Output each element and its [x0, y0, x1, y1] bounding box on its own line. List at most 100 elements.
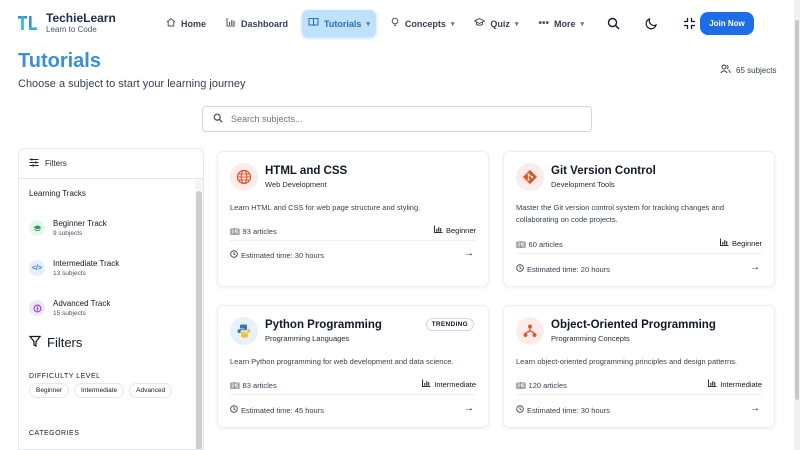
bar-chart-icon	[720, 238, 729, 248]
subject-card-html-css[interactable]: HTML and CSS Web Development Learn HTML …	[217, 151, 489, 287]
book-icon: 📖︎	[230, 381, 240, 390]
arrow-right-icon[interactable]: →	[464, 403, 474, 414]
card-category: Web Development	[265, 180, 327, 189]
card-description: Learn Python programming for web develop…	[230, 357, 454, 366]
card-category: Development Tools	[551, 180, 615, 189]
join-now-button[interactable]: Join Now	[700, 12, 754, 35]
sidebar-scrollbar[interactable]	[195, 179, 203, 449]
arrow-right-icon[interactable]: →	[464, 248, 474, 259]
clock-icon	[516, 264, 524, 274]
card-level-label: Beginner	[731, 238, 762, 248]
track-intermediate[interactable]: </> Intermediate Track 13 subjects	[29, 248, 193, 288]
page-title: Tutorials	[18, 50, 101, 72]
card-level-label: Intermediate	[720, 379, 762, 389]
card-articles: 📖︎ 83 articles	[230, 381, 277, 390]
nav-dashboard[interactable]: Dashboard	[220, 10, 294, 37]
subject-card-python[interactable]: Python Programming Programming Languages…	[217, 305, 489, 428]
chip-intermediate[interactable]: Intermediate	[74, 383, 125, 398]
learning-tracks-label: Learning Tracks	[29, 189, 86, 198]
search-input[interactable]	[231, 114, 571, 124]
track-name: Beginner Track	[53, 219, 107, 228]
card-level: Intermediate	[708, 379, 762, 389]
funnel-icon	[28, 335, 42, 350]
logo-icon	[18, 13, 38, 33]
chart-icon	[226, 17, 236, 30]
nav-home[interactable]: Home	[160, 10, 212, 37]
python-icon	[230, 317, 258, 345]
search-icon	[213, 110, 223, 128]
card-divider	[230, 394, 476, 395]
logo[interactable]: TechieLearn Learn to Code	[18, 10, 116, 35]
nav-tutorials[interactable]: Tutorials ▾	[302, 10, 376, 37]
nav-concepts[interactable]: Concepts ▾	[384, 10, 461, 37]
filters-heading-label: Filters	[47, 335, 83, 350]
clock-icon	[516, 405, 524, 415]
trending-badge: TRENDING	[425, 318, 474, 331]
users-icon	[720, 64, 731, 76]
track-count: 13 subjects	[53, 270, 86, 277]
card-articles: 📖︎ 120 articles	[516, 381, 567, 390]
book-icon: 📖︎	[516, 240, 526, 249]
card-category: Programming Languages	[265, 334, 350, 343]
book-icon	[308, 17, 319, 30]
categories-label: CATEGORIES	[29, 430, 80, 437]
nav-more[interactable]: ••• More ▾	[532, 10, 590, 37]
home-icon	[166, 17, 176, 30]
chip-advanced[interactable]: Advanced	[129, 383, 173, 398]
sidebar-scrollbar-thumb[interactable]	[196, 191, 202, 449]
card-time: Estimated time: 45 hours	[230, 405, 324, 415]
filters-heading: Filters	[28, 335, 83, 350]
collapse-icon[interactable]	[680, 14, 698, 32]
track-beginner[interactable]: Beginner Track 9 subjects	[29, 208, 193, 248]
search-bar	[202, 106, 592, 132]
card-description: Learn object-oriented programming princi…	[516, 357, 737, 366]
chevron-down-icon: ▾	[514, 20, 519, 28]
sidebar-header[interactable]: Filters	[19, 149, 203, 179]
nav-home-label: Home	[181, 18, 207, 29]
card-time-label: Estimated time: 45 hours	[241, 405, 324, 415]
moon-icon[interactable]	[642, 14, 660, 32]
arrow-right-icon[interactable]: →	[750, 403, 760, 414]
bar-chart-icon	[708, 379, 717, 389]
app-name: TechieLearn	[46, 10, 116, 25]
hierarchy-icon	[516, 317, 544, 345]
card-articles-label: 93 articles	[242, 227, 277, 236]
card-title: HTML and CSS	[265, 165, 348, 177]
nav-dashboard-label: Dashboard	[241, 18, 289, 29]
subject-card-git[interactable]: Git Version Control Development Tools Ma…	[503, 151, 775, 287]
graduation-cap-icon	[473, 17, 487, 30]
nav-more-label: More	[553, 18, 576, 29]
clock-icon	[230, 405, 238, 415]
arrow-right-icon[interactable]: →	[750, 262, 760, 273]
nav-quiz-label: Quiz	[490, 18, 510, 29]
book-icon: 📖︎	[230, 227, 240, 236]
nav-quiz[interactable]: Quiz ▾	[468, 10, 524, 37]
git-icon	[516, 163, 544, 191]
lightbulb-icon	[390, 17, 400, 30]
card-time-label: Estimated time: 20 hours	[527, 264, 610, 274]
track-name: Intermediate Track	[53, 259, 120, 268]
card-title: Object-Oriented Programming	[551, 319, 716, 331]
card-title: Python Programming	[265, 319, 382, 331]
card-level: Intermediate	[422, 379, 476, 389]
card-time: Estimated time: 30 hours	[516, 405, 610, 415]
graduation-cap-icon	[29, 220, 45, 236]
subjects-count-label: 65 subjects	[736, 65, 777, 75]
chevron-down-icon: ▾	[450, 20, 455, 28]
bar-chart-icon	[422, 379, 431, 389]
code-icon: </>	[29, 260, 45, 276]
card-articles-label: 120 articles	[528, 381, 567, 390]
card-time: Estimated time: 20 hours	[516, 264, 610, 274]
search-icon[interactable]	[604, 14, 622, 32]
page-scrollbar-thumb[interactable]	[795, 20, 799, 400]
chip-beginner[interactable]: Beginner	[29, 383, 70, 398]
card-description: Master the Git version control system fo…	[516, 203, 725, 224]
track-count: 9 subjects	[53, 230, 83, 237]
track-advanced[interactable]: Advanced Track 15 subjects	[29, 288, 193, 328]
subject-card-oop[interactable]: Object-Oriented Programming Programming …	[503, 305, 775, 428]
card-title: Git Version Control	[551, 165, 656, 177]
card-level: Beginner	[434, 225, 476, 235]
card-description: Learn HTML and CSS for web page structur…	[230, 203, 421, 212]
page-scrollbar[interactable]	[794, 0, 800, 450]
card-divider	[516, 394, 762, 395]
